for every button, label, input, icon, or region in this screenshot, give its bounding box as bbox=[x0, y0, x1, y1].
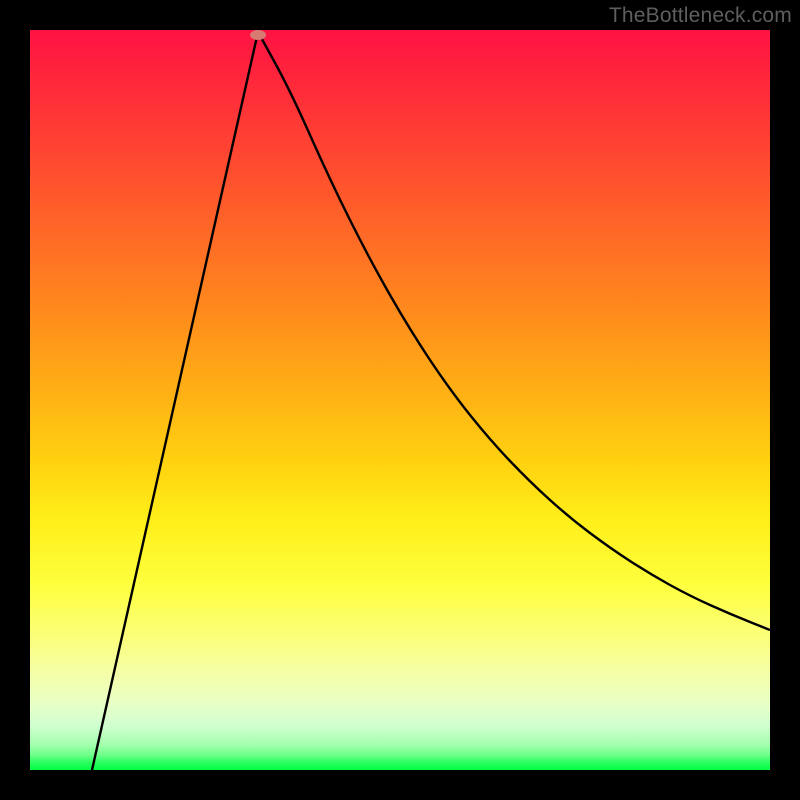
plot-area bbox=[30, 30, 770, 770]
curve-left-branch bbox=[92, 32, 258, 770]
minimum-marker bbox=[250, 30, 266, 40]
bottleneck-curve bbox=[30, 30, 770, 770]
chart-frame: TheBottleneck.com bbox=[0, 0, 800, 800]
watermark-text: TheBottleneck.com bbox=[609, 4, 792, 28]
curve-right-branch bbox=[258, 32, 770, 630]
